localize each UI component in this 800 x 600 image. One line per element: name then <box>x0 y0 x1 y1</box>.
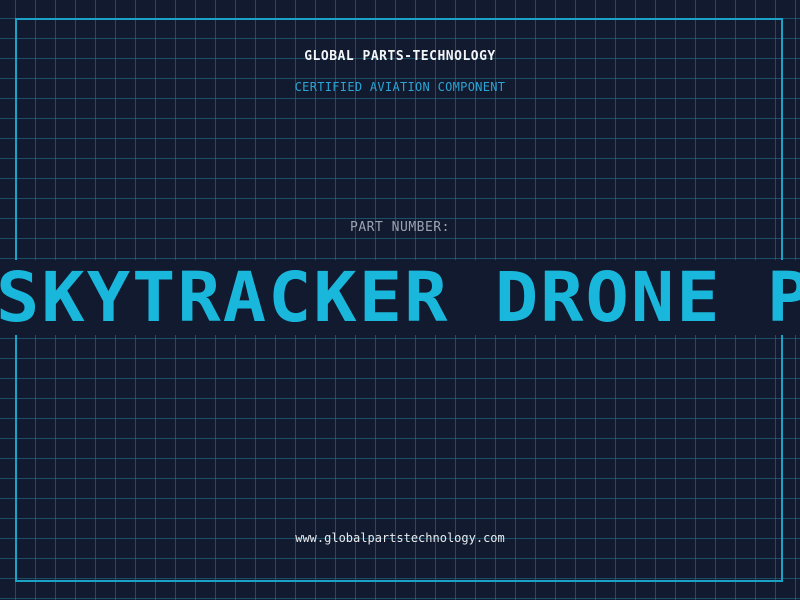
certification-subtitle: CERTIFIED AVIATION COMPONENT <box>294 80 506 94</box>
part-number-banner: SKYTRACKER DRONE P <box>0 260 800 335</box>
part-label-sheet: GLOBAL PARTS-TECHNOLOGY CERTIFIED AVIATI… <box>0 0 800 600</box>
part-number-value: SKYTRACKER DRONE P <box>0 260 800 335</box>
company-name: GLOBAL PARTS-TECHNOLOGY <box>304 49 496 64</box>
part-number-label: PART NUMBER: <box>350 220 450 235</box>
website-url: www.globalpartstechnology.com <box>295 531 505 545</box>
